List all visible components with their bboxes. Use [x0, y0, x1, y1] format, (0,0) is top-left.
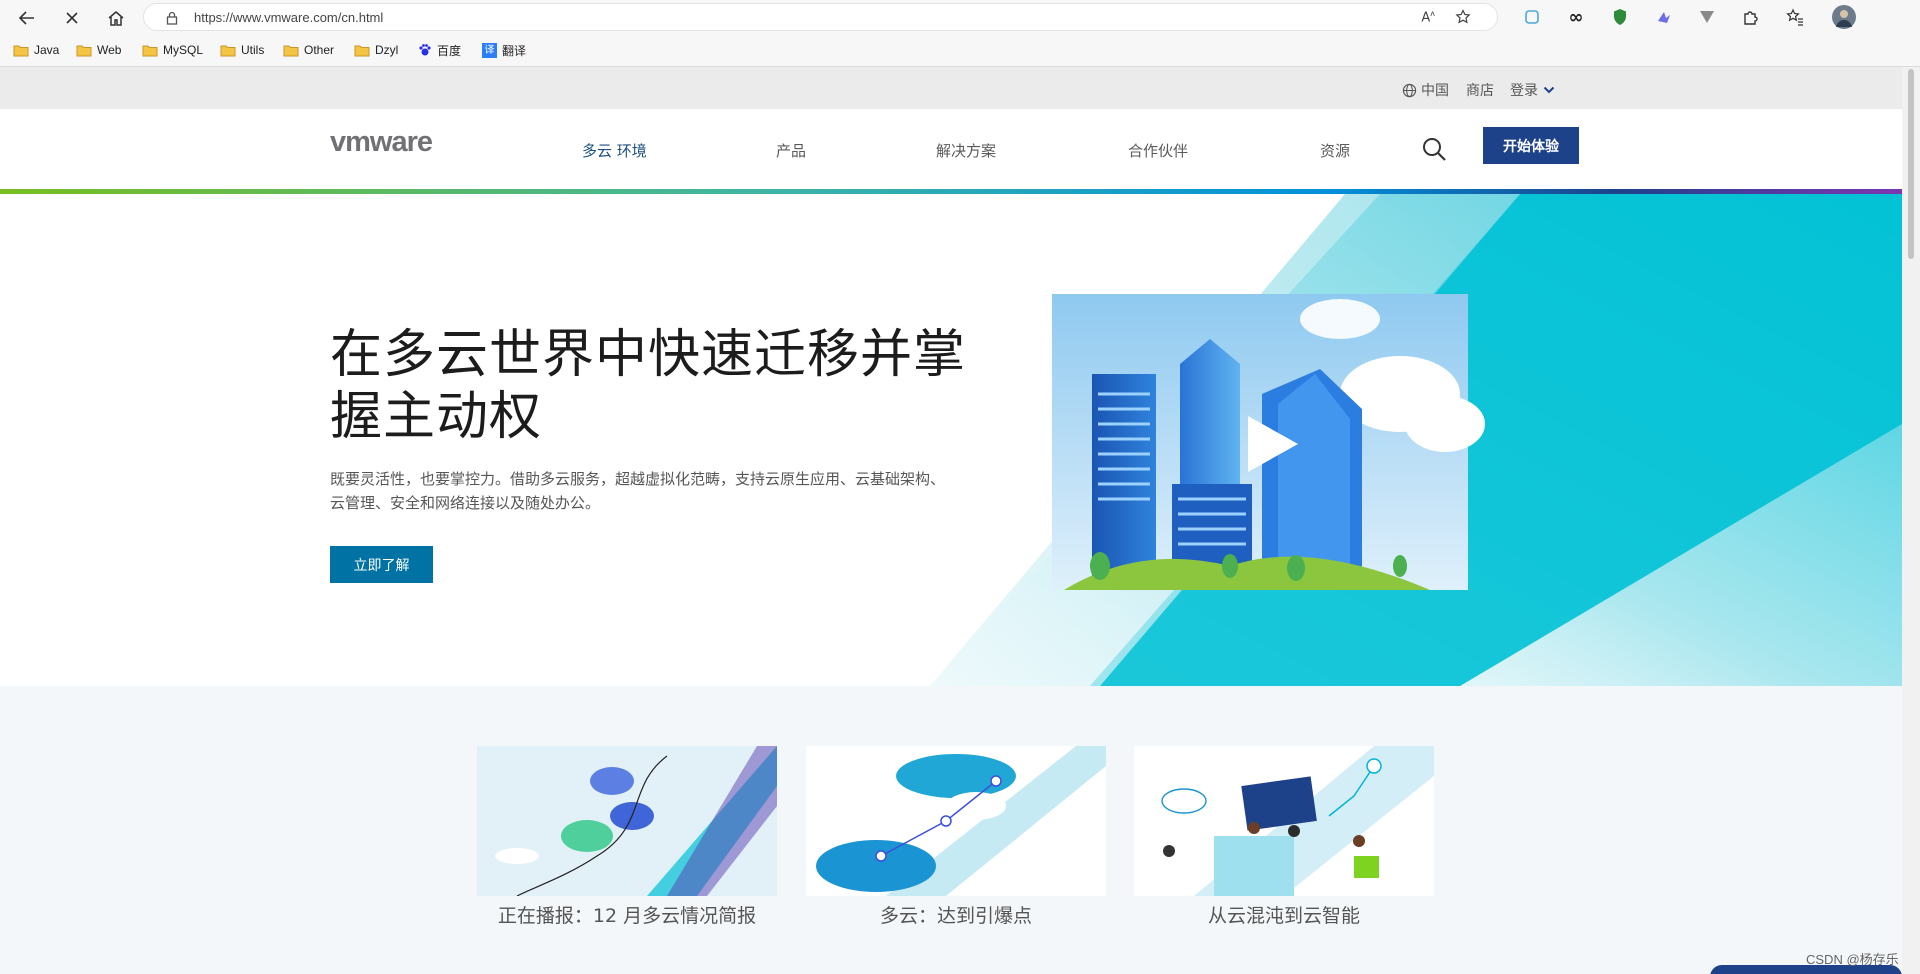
- card-briefing[interactable]: 正在播报：12 月多云情况简报: [477, 746, 777, 928]
- back-icon[interactable]: [14, 5, 40, 31]
- nav-multicloud[interactable]: 多云 环境: [582, 140, 647, 161]
- translate-icon: 译: [482, 42, 497, 58]
- extension-shield-icon[interactable]: [1522, 7, 1542, 27]
- store-link[interactable]: 商店: [1466, 80, 1494, 100]
- bookmark-label: Web: [97, 43, 122, 57]
- card-title: 多云：达到引爆点: [879, 905, 1032, 927]
- card-cloud-intelligence[interactable]: 从云混沌到云智能: [1134, 746, 1434, 928]
- folder-icon: [220, 45, 236, 56]
- watermark: CSDN @杨存乐: [1806, 952, 1899, 967]
- card-title: 正在播报：12 月多云情况简报: [497, 905, 757, 927]
- stop-loading-icon[interactable]: [59, 5, 85, 31]
- bookmark-label: Other: [304, 43, 335, 57]
- bookmark-label: 百度: [437, 43, 462, 58]
- nav-solutions[interactable]: 解决方案: [936, 140, 996, 161]
- folder-icon: [13, 45, 29, 56]
- login-label: 登录: [1510, 83, 1538, 99]
- bookmarks-bar: Java Web MySQL Utils Other Dzyl 百度 译 翻译: [0, 34, 1920, 67]
- site-header: vmware 多云 环境 产品 解决方案 合作伙伴 资源 开始体验: [0, 109, 1902, 189]
- read-aloud-icon[interactable]: Aʌ: [1421, 9, 1435, 25]
- card-image: [477, 746, 777, 896]
- address-bar[interactable]: https://www.vmware.com/cn.html Aʌ: [143, 3, 1498, 31]
- search-icon[interactable]: [1420, 135, 1448, 163]
- lock-icon[interactable]: [166, 10, 178, 29]
- bookmark-link[interactable]: 译 翻译: [482, 41, 526, 59]
- folder-icon: [142, 45, 158, 56]
- favorites-icon[interactable]: [1785, 7, 1805, 27]
- nav-resources[interactable]: 资源: [1320, 140, 1350, 161]
- store-label: 商店: [1466, 83, 1494, 99]
- learn-more-button[interactable]: 立即了解: [330, 546, 433, 583]
- card-image: [806, 746, 1106, 896]
- globe-icon: [1402, 83, 1417, 97]
- baidu-paw-icon: [419, 44, 431, 56]
- chevron-down-icon: [1543, 86, 1555, 94]
- region-selector[interactable]: 中国: [1402, 80, 1449, 100]
- url-text[interactable]: https://www.vmware.com/cn.html: [194, 10, 383, 25]
- profile-avatar[interactable]: [1832, 5, 1856, 29]
- folder-icon: [283, 45, 299, 56]
- bird-extension-icon[interactable]: [1654, 7, 1674, 27]
- hero-subtitle: 既要灵活性，也要掌控力。借助多云服务，超越虚拟化范畴，支持云原生应用、云基础架构…: [330, 470, 946, 512]
- region-label: 中国: [1421, 83, 1449, 99]
- browser-toolbar: https://www.vmware.com/cn.html Aʌ ∞: [0, 0, 1920, 34]
- vue-devtools-icon[interactable]: [1697, 7, 1717, 27]
- page-viewport: 中国 商店 登录 vmware 多云 环境 产品 解决方案 合作伙伴 资源 开始…: [0, 67, 1902, 974]
- adblock-shield-icon[interactable]: [1610, 7, 1630, 27]
- nav-products[interactable]: 产品: [776, 140, 806, 161]
- card-tipping-point[interactable]: 多云：达到引爆点: [806, 746, 1106, 928]
- bookmark-label: Java: [34, 43, 60, 57]
- bookmark-folder[interactable]: MySQL: [142, 41, 203, 59]
- bookmark-label: 翻译: [502, 43, 527, 58]
- hero-title: 在多云世界中快速迁移并掌握主动权: [330, 325, 967, 447]
- featured-cards-section: 正在播报：12 月多云情况简报 多云：达到引爆点 从云混沌到云智能: [0, 686, 1902, 974]
- extensions-puzzle-icon[interactable]: [1741, 7, 1761, 27]
- utility-bar: 中国 商店 登录: [0, 67, 1902, 109]
- scroll-thumb[interactable]: [1908, 69, 1914, 259]
- bookmark-folder[interactable]: Other: [283, 41, 334, 59]
- bookmark-folder[interactable]: Utils: [220, 41, 264, 59]
- bookmark-folder[interactable]: Web: [76, 41, 121, 59]
- card-image: [1134, 746, 1434, 896]
- bookmark-label: Dzyl: [375, 43, 399, 57]
- infinity-icon[interactable]: ∞: [1566, 7, 1586, 28]
- bookmark-link[interactable]: 百度: [418, 41, 461, 59]
- hero-section: 在多云世界中快速迁移并掌握主动权 既要灵活性，也要掌控力。借助多云服务，超越虚拟…: [0, 194, 1902, 686]
- bookmark-label: MySQL: [163, 43, 204, 57]
- home-icon[interactable]: [103, 5, 129, 31]
- bookmark-folder[interactable]: Java: [13, 41, 59, 59]
- page-scrollbar[interactable]: [1902, 67, 1920, 974]
- bookmark-label: Utils: [241, 43, 265, 57]
- vmware-logo[interactable]: vmware: [330, 126, 470, 161]
- card-title: 从云混沌到云智能: [1207, 905, 1360, 927]
- logo-text: vmware: [330, 127, 433, 157]
- folder-icon: [354, 45, 370, 56]
- nav-partners[interactable]: 合作伙伴: [1128, 140, 1188, 161]
- folder-icon: [76, 45, 92, 56]
- start-trial-button[interactable]: 开始体验: [1483, 127, 1579, 164]
- add-favorite-icon[interactable]: [1455, 9, 1471, 29]
- login-dropdown[interactable]: 登录: [1510, 80, 1555, 100]
- bookmark-folder[interactable]: Dzyl: [354, 41, 398, 59]
